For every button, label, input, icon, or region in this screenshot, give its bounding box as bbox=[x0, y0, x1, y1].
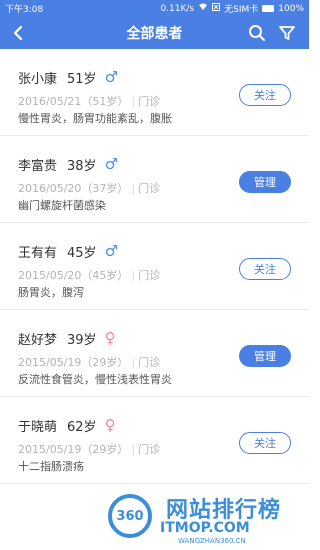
diagnosis-text: 慢性胃炎，肠胃功能紊乱，腹胀 bbox=[18, 112, 172, 125]
chevron-left-icon bbox=[13, 25, 23, 41]
male-icon: ♂ bbox=[104, 155, 119, 173]
male-icon: ♂ bbox=[104, 68, 119, 86]
filter-button[interactable] bbox=[277, 23, 297, 43]
watermark: 360 网站排行榜 ITMOP.COM WANGZHAN360.CN bbox=[108, 492, 308, 548]
search-button[interactable] bbox=[247, 23, 267, 43]
visit-meta: 2015/05/20（45岁） | 门诊 bbox=[18, 267, 160, 283]
meta-separator: | bbox=[131, 443, 136, 456]
patient-name: 张小康 bbox=[18, 71, 58, 87]
visit-type: 门诊 bbox=[138, 356, 161, 369]
patient-name-line: 李富贵 38岁 ♂ bbox=[18, 154, 118, 174]
network-speed: 0.11K/s bbox=[160, 3, 195, 14]
visit-type: 门诊 bbox=[138, 269, 161, 282]
visit-meta: 2016/05/20（37岁） | 门诊 bbox=[18, 180, 160, 196]
status-time: 下午3:08 bbox=[5, 5, 44, 15]
patient-row[interactable]: 赵好梦 39岁 ♀ 2015/05/19（29岁） | 门诊 反流性食管炎，慢性浅表… bbox=[0, 310, 309, 397]
search-icon bbox=[249, 25, 265, 41]
patient-age: 45岁 bbox=[67, 245, 97, 261]
female-icon: ♀ bbox=[104, 329, 116, 347]
visit-age: （37岁） bbox=[81, 182, 129, 195]
battery-percent: 100% bbox=[278, 3, 304, 14]
patient-row[interactable]: 于晓萌 62岁 ♀ 2015/05/19（29岁） | 门诊 十二指肠溃疡 关注 bbox=[0, 397, 309, 484]
visit-date: 2016/05/21 bbox=[18, 95, 82, 108]
visit-age: （45岁） bbox=[81, 269, 129, 282]
patient-list: 张小康 51岁 ♂ 2016/05/21（51岁） | 门诊 慢性胃炎，肠胃功能紊乱… bbox=[0, 49, 309, 484]
no-sim-icon bbox=[212, 3, 221, 14]
visit-age: （51岁） bbox=[81, 95, 129, 108]
patient-age: 51岁 bbox=[67, 71, 97, 87]
meta-separator: | bbox=[131, 182, 136, 195]
patient-row[interactable]: 李富贵 38岁 ♂ 2016/05/20（37岁） | 门诊 幽门螺旋杆菌感染 管理 bbox=[0, 136, 309, 223]
visit-type: 门诊 bbox=[138, 182, 161, 195]
visit-meta: 2016/05/21（51岁） | 门诊 bbox=[18, 93, 160, 109]
diagnosis-text: 反流性食管炎，慢性浅表性胃炎 bbox=[18, 373, 172, 386]
manage-button[interactable]: 管理 bbox=[239, 171, 291, 193]
diagnosis-text: 十二指肠溃疡 bbox=[18, 460, 84, 473]
patient-row[interactable]: 王有有 45岁 ♂ 2015/05/20（45岁） | 门诊 肠胃炎，腹泻 关注 bbox=[0, 223, 309, 310]
male-icon: ♂ bbox=[104, 242, 119, 260]
visit-date: 2015/05/19 bbox=[18, 443, 82, 456]
visit-date: 2016/05/20 bbox=[18, 182, 82, 195]
patient-name: 于晓萌 bbox=[18, 419, 58, 435]
app-bar: 全部患者 bbox=[0, 17, 309, 49]
patient-name-line: 于晓萌 62岁 ♀ bbox=[18, 415, 116, 435]
follow-button[interactable]: 关注 bbox=[239, 84, 291, 106]
back-button[interactable] bbox=[8, 23, 28, 43]
visit-type: 门诊 bbox=[138, 443, 161, 456]
patient-age: 62岁 bbox=[67, 419, 97, 435]
female-icon: ♀ bbox=[104, 416, 116, 434]
carrier-text: 无SIM卡 bbox=[224, 5, 259, 15]
status-right: 0.11K/s 无SIM卡 100% bbox=[160, 2, 304, 15]
visit-age: （29岁） bbox=[81, 356, 129, 369]
meta-separator: | bbox=[131, 269, 136, 282]
visit-meta: 2015/05/19（29岁） | 门诊 bbox=[18, 354, 160, 370]
patient-name-line: 张小康 51岁 ♂ bbox=[18, 67, 118, 87]
patient-name: 赵好梦 bbox=[18, 332, 58, 348]
diagnosis-text: 幽门螺旋杆菌感染 bbox=[18, 199, 106, 212]
filter-icon bbox=[279, 26, 295, 40]
visit-date: 2015/05/20 bbox=[18, 269, 82, 282]
patient-age: 39岁 bbox=[67, 332, 97, 348]
watermark-domain: ITMOP.COM bbox=[160, 520, 250, 536]
watermark-logo: 360 bbox=[108, 494, 152, 538]
watermark-small-text: WANGZHAN360.CN bbox=[178, 537, 246, 545]
patient-name-line: 王有有 45岁 ♂ bbox=[18, 241, 118, 261]
manage-button[interactable]: 管理 bbox=[239, 345, 291, 367]
patient-name: 王有有 bbox=[18, 245, 58, 261]
visit-meta: 2015/05/19（29岁） | 门诊 bbox=[18, 441, 160, 457]
visit-date: 2015/05/19 bbox=[18, 356, 82, 369]
diagnosis-text: 肠胃炎，腹泻 bbox=[18, 286, 84, 299]
follow-button[interactable]: 关注 bbox=[239, 432, 291, 454]
follow-button[interactable]: 关注 bbox=[239, 258, 291, 280]
patient-age: 38岁 bbox=[67, 158, 97, 174]
meta-separator: | bbox=[131, 95, 136, 108]
patient-name-line: 赵好梦 39岁 ♀ bbox=[18, 328, 116, 348]
patient-name: 李富贵 bbox=[18, 158, 58, 174]
visit-age: （29岁） bbox=[81, 443, 129, 456]
wifi-icon bbox=[198, 3, 208, 14]
battery-icon bbox=[262, 5, 275, 12]
visit-type: 门诊 bbox=[138, 95, 161, 108]
status-bar: 下午3:08 0.11K/s 无SIM卡 100% bbox=[0, 0, 309, 17]
meta-separator: | bbox=[131, 356, 136, 369]
patient-row[interactable]: 张小康 51岁 ♂ 2016/05/21（51岁） | 门诊 慢性胃炎，肠胃功能紊乱… bbox=[0, 49, 309, 136]
